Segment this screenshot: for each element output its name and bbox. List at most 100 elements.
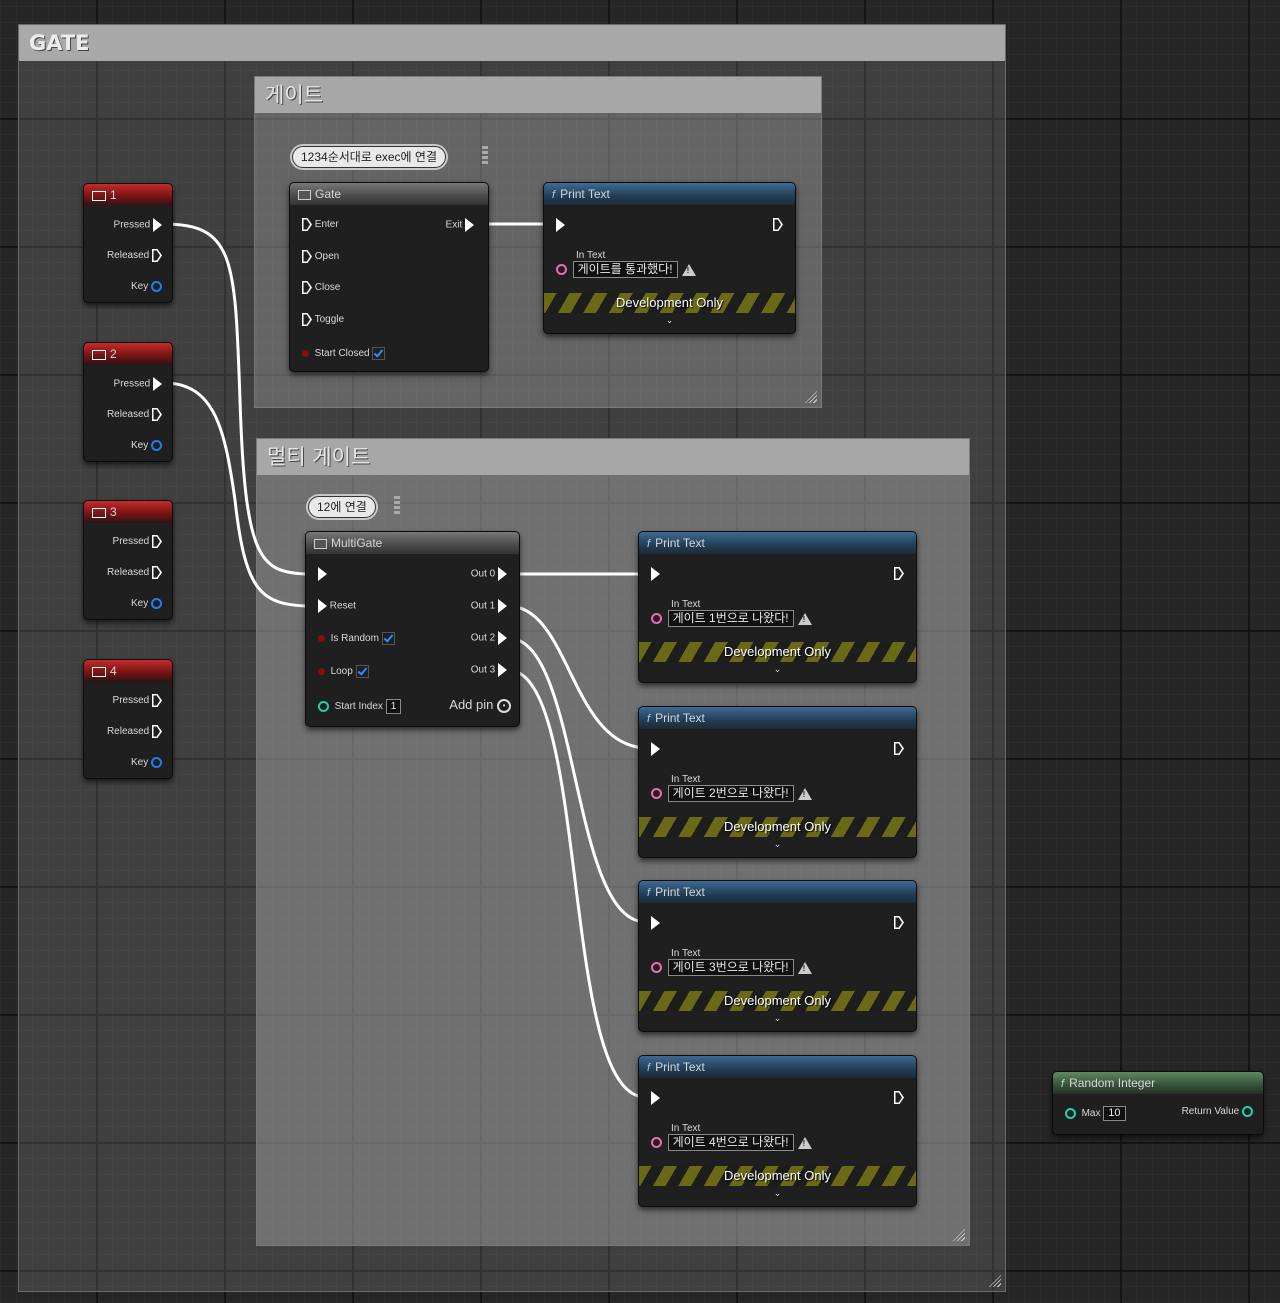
- out2-pin[interactable]: Out 2: [471, 631, 507, 645]
- exec-pin-icon[interactable]: [894, 1091, 904, 1104]
- exec-pin-icon[interactable]: [152, 566, 162, 579]
- bool-pin-icon[interactable]: [318, 635, 325, 642]
- out1-pin[interactable]: Out 1: [471, 599, 507, 613]
- exec-pin-icon[interactable]: [152, 694, 162, 707]
- exec-pin-icon[interactable]: [152, 535, 162, 548]
- multigate-comment-bubble[interactable]: 12에 연결: [308, 496, 376, 518]
- exec-pin-icon[interactable]: [651, 916, 660, 930]
- text-pin-icon[interactable]: [651, 788, 662, 799]
- print-text-node-2[interactable]: f Print Text In Text 게이트 2번으로 나왔다! Develo…: [638, 706, 917, 858]
- exec-pin-icon[interactable]: [153, 377, 162, 391]
- exec-pin-icon[interactable]: [302, 281, 312, 294]
- start-index-field[interactable]: 1: [385, 699, 402, 714]
- in-text-pin[interactable]: 게이트를 통과했다!: [556, 261, 696, 278]
- chevron-down-icon[interactable]: ⌄: [639, 839, 916, 850]
- exec-out-pin[interactable]: [773, 218, 783, 231]
- max-pin[interactable]: Max 10: [1065, 1106, 1126, 1121]
- start-closed-pin[interactable]: Start Closed: [302, 347, 386, 360]
- is-random-pin[interactable]: Is Random: [318, 632, 395, 645]
- text-pin-icon[interactable]: [651, 1137, 662, 1148]
- exec-out-pin[interactable]: [894, 1091, 904, 1104]
- pressed-pin[interactable]: Pressed: [113, 694, 162, 707]
- reset-pin[interactable]: Reset: [318, 599, 356, 613]
- in-text-pin[interactable]: 게이트 3번으로 나왔다!: [651, 959, 812, 976]
- exec-in-pin[interactable]: [651, 916, 660, 930]
- loop-checkbox[interactable]: [355, 665, 369, 678]
- int-pin-icon[interactable]: [318, 701, 329, 712]
- released-pin[interactable]: Released: [107, 408, 162, 421]
- pressed-pin[interactable]: Pressed: [114, 377, 162, 391]
- out3-pin[interactable]: Out 3: [471, 663, 507, 677]
- exec-pin-icon[interactable]: [465, 218, 474, 232]
- exec-pin-icon[interactable]: [152, 725, 162, 738]
- exec-out-pin[interactable]: [894, 567, 904, 580]
- exec-pin-icon[interactable]: [498, 567, 507, 581]
- exec-pin-icon[interactable]: [302, 218, 312, 231]
- exec-pin-icon[interactable]: [498, 663, 507, 677]
- released-pin[interactable]: Released: [107, 725, 162, 738]
- released-pin[interactable]: Released: [107, 249, 162, 262]
- exec-pin-icon[interactable]: [153, 218, 162, 232]
- in-text-pin[interactable]: 게이트 1번으로 나왔다!: [651, 610, 812, 627]
- return-value-pin[interactable]: Return Value: [1182, 1106, 1253, 1117]
- struct-pin-icon[interactable]: [151, 440, 162, 451]
- exec-pin-icon[interactable]: [318, 567, 327, 581]
- close-pin[interactable]: Close: [302, 281, 340, 294]
- key-pin[interactable]: Key: [131, 281, 162, 292]
- exec-pin-icon[interactable]: [498, 599, 507, 613]
- exec-pin-icon[interactable]: [894, 567, 904, 580]
- exec-pin-icon[interactable]: [318, 599, 327, 613]
- exec-pin-icon[interactable]: [152, 249, 162, 262]
- key-event-node-2[interactable]: 2 Pressed Released Key: [83, 342, 173, 462]
- multigate-node[interactable]: MultiGate Reset Is Random Loop Start Ind…: [305, 531, 520, 727]
- chevron-down-icon[interactable]: ⌄: [639, 1188, 916, 1199]
- exit-pin[interactable]: Exit: [446, 218, 474, 232]
- toggle-pin[interactable]: Toggle: [302, 313, 344, 326]
- enter-pin[interactable]: Enter: [302, 218, 339, 231]
- out0-pin[interactable]: Out 0: [471, 567, 507, 581]
- text-pin-icon[interactable]: [651, 962, 662, 973]
- add-pin-button[interactable]: Add pin •: [449, 697, 511, 713]
- in-text-field[interactable]: 게이트 2번으로 나왔다!: [667, 785, 794, 802]
- chevron-down-icon[interactable]: ⌄: [544, 315, 795, 326]
- in-text-field[interactable]: 게이트를 통과했다!: [572, 261, 678, 278]
- exec-pin-icon[interactable]: [651, 742, 660, 756]
- key-pin[interactable]: Key: [131, 598, 162, 609]
- in-text-pin[interactable]: 게이트 4번으로 나왔다!: [651, 1134, 812, 1151]
- exec-pin-icon[interactable]: [651, 1091, 660, 1105]
- key-event-node-3[interactable]: 3 Pressed Released Key: [83, 500, 173, 620]
- chevron-down-icon[interactable]: ⌄: [639, 1013, 916, 1024]
- struct-pin-icon[interactable]: [151, 281, 162, 292]
- in-text-field[interactable]: 게이트 4번으로 나왔다!: [667, 1134, 794, 1151]
- print-text-node-gate[interactable]: f Print Text In Text 게이트를 통과했다! Developme…: [543, 182, 796, 334]
- loop-pin[interactable]: Loop: [318, 665, 369, 678]
- resize-handle-icon[interactable]: [805, 391, 817, 403]
- key-pin[interactable]: Key: [131, 757, 162, 768]
- chevron-down-icon[interactable]: ⌄: [639, 664, 916, 675]
- bubble-pin-icon[interactable]: [482, 146, 488, 166]
- struct-pin-icon[interactable]: [151, 598, 162, 609]
- resize-handle-icon[interactable]: [989, 1275, 1001, 1287]
- open-pin[interactable]: Open: [302, 250, 339, 263]
- print-text-node-4[interactable]: f Print Text In Text 게이트 4번으로 나왔다! Develo…: [638, 1055, 917, 1207]
- exec-pin-icon[interactable]: [302, 313, 312, 326]
- exec-out-pin[interactable]: [894, 742, 904, 755]
- in-text-field[interactable]: 게이트 3번으로 나왔다!: [667, 959, 794, 976]
- exec-pin-icon[interactable]: [152, 408, 162, 421]
- gate-node[interactable]: Gate Enter Open Close Toggle Start Close…: [289, 182, 489, 372]
- key-event-node-4[interactable]: 4 Pressed Released Key: [83, 659, 173, 779]
- key-pin[interactable]: Key: [131, 440, 162, 451]
- print-text-node-3[interactable]: f Print Text In Text 게이트 3번으로 나왔다! Develo…: [638, 880, 917, 1032]
- in-text-field[interactable]: 게이트 1번으로 나왔다!: [667, 610, 794, 627]
- exec-pin-icon[interactable]: [556, 218, 565, 232]
- exec-in-pin[interactable]: [651, 742, 660, 756]
- bool-pin-icon[interactable]: [302, 350, 309, 357]
- exec-pin-icon[interactable]: [302, 250, 312, 263]
- exec-in-pin[interactable]: [651, 1091, 660, 1105]
- in-text-pin[interactable]: 게이트 2번으로 나왔다!: [651, 785, 812, 802]
- text-pin-icon[interactable]: [651, 613, 662, 624]
- int-pin-icon[interactable]: [1242, 1106, 1253, 1117]
- exec-pin-icon[interactable]: [894, 742, 904, 755]
- released-pin[interactable]: Released: [107, 566, 162, 579]
- gate-comment-bubble[interactable]: 1234순서대로 exec에 연결: [292, 146, 446, 168]
